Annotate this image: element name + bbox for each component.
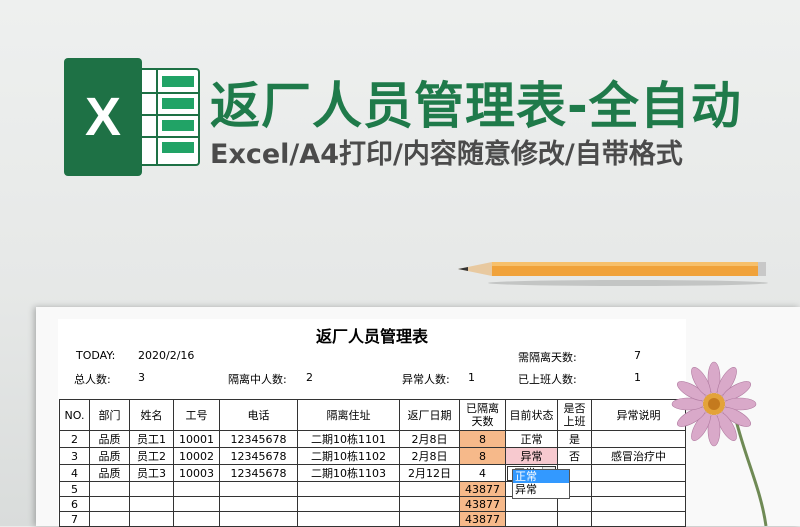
banner-title: 返厂人员管理表-全自动 [210, 77, 742, 135]
table-row: 2 品质 员工1 10001 12345678 二期10栋1101 2月8日 8… [59, 430, 686, 448]
quarantine-days-label: 需隔离天数: [518, 351, 577, 364]
table-cell[interactable]: 10003 [173, 464, 220, 482]
table-cell[interactable]: 员工2 [129, 447, 174, 465]
header-cell: 隔离住址 [297, 399, 400, 431]
table-row: 6 43877 [59, 496, 686, 512]
onduty-value: 1 [634, 371, 641, 384]
isolating-label: 隔离中人数: [228, 373, 287, 386]
table-row: 5 43877 [59, 481, 686, 497]
header-cell: 返厂日期 [399, 399, 460, 431]
header-cell: 部门 [89, 399, 130, 431]
status-dropdown-list: 正常 异常 [512, 469, 570, 499]
onduty-label: 已上班人数: [518, 373, 577, 386]
flower-decoration [671, 361, 768, 526]
isolating-value: 2 [306, 371, 313, 384]
table-cell[interactable] [297, 496, 400, 512]
total-label: 总人数: [74, 373, 111, 386]
table-cell[interactable] [129, 496, 174, 512]
table-cell[interactable]: 10002 [173, 447, 220, 465]
table-row: 4 品质 员工3 10003 12345678 二期10栋1103 2月12日 … [59, 464, 686, 482]
table-cell[interactable]: 12345678 [219, 430, 298, 448]
table-cell[interactable]: 2月8日 [399, 430, 460, 448]
table-cell[interactable] [399, 496, 460, 512]
table-cell[interactable] [173, 481, 220, 497]
status-cell-abnormal[interactable]: 异常 [505, 447, 558, 465]
table-cell[interactable]: 二期10栋1101 [297, 430, 400, 448]
spreadsheet-page: 返厂人员管理表 TODAY: 2020/2/16 需隔离天数: 7 总人数: 3… [58, 319, 686, 527]
table-cell[interactable]: 2月8日 [399, 447, 460, 465]
table-cell[interactable]: 12345678 [219, 464, 298, 482]
table-cell[interactable] [89, 511, 130, 527]
table-cell[interactable] [297, 511, 400, 527]
header-cell: 姓名 [129, 399, 174, 431]
table-cell[interactable] [173, 496, 220, 512]
table-cell[interactable] [399, 481, 460, 497]
table-cell[interactable] [219, 511, 298, 527]
table-cell[interactable] [557, 511, 592, 527]
days-cell[interactable]: 8 [459, 430, 506, 448]
header-cell: 是否上班 [557, 399, 592, 431]
table-cell[interactable]: 4 [59, 464, 90, 482]
days-cell[interactable]: 8 [459, 447, 506, 465]
header-cell: 电话 [219, 399, 298, 431]
table-cell[interactable]: 二期10栋1102 [297, 447, 400, 465]
abnormal-value: 1 [468, 371, 475, 384]
table-cell[interactable] [505, 511, 558, 527]
table-cell[interactable]: 7 [59, 511, 90, 527]
header-cell: NO. [59, 399, 90, 431]
table-cell[interactable]: 3 [59, 447, 90, 465]
table-cell[interactable]: 2月12日 [399, 464, 460, 482]
table-cell[interactable] [89, 481, 130, 497]
table-header-row: NO. 部门 姓名 工号 电话 隔离住址 返厂日期 已隔离天数 目前状态 是否上… [59, 399, 686, 431]
pencil-icon [458, 262, 768, 286]
table-cell[interactable] [129, 511, 174, 527]
table-cell[interactable] [297, 481, 400, 497]
header-cell: 目前状态 [505, 399, 558, 431]
banner-subtitle: Excel/A4打印/内容随意修改/自带格式 [210, 139, 683, 170]
days-cell[interactable]: 4 [459, 464, 506, 482]
table-cell[interactable]: 品质 [89, 447, 130, 465]
table-cell[interactable]: 员工3 [129, 464, 174, 482]
sheet-title: 返厂人员管理表 [315, 327, 428, 346]
dropdown-option[interactable]: 正常 [513, 470, 569, 483]
days-cell[interactable]: 43877 [459, 511, 506, 527]
excel-logo: X [64, 58, 200, 176]
onduty-cell[interactable]: 是 [557, 430, 592, 448]
excel-x-icon: X [64, 58, 142, 176]
onduty-cell[interactable]: 否 [557, 447, 592, 465]
dropdown-option[interactable]: 异常 [513, 483, 569, 496]
table-cell[interactable]: 二期10栋1103 [297, 464, 400, 482]
table-row: 3 品质 员工2 10002 12345678 二期10栋1102 2月8日 8… [59, 447, 686, 465]
table-cell[interactable] [399, 511, 460, 527]
table-cell[interactable]: 10001 [173, 430, 220, 448]
today-label: TODAY: [76, 349, 116, 362]
table-cell[interactable]: 员工1 [129, 430, 174, 448]
table-cell[interactable] [173, 511, 220, 527]
total-value: 3 [138, 371, 145, 384]
table-cell[interactable] [219, 496, 298, 512]
table-cell[interactable]: 5 [59, 481, 90, 497]
table-cell[interactable] [89, 496, 130, 512]
table-cell[interactable]: 6 [59, 496, 90, 512]
days-cell[interactable]: 43877 [459, 496, 506, 512]
table-cell[interactable]: 2 [59, 430, 90, 448]
personnel-table: NO. 部门 姓名 工号 电话 隔离住址 返厂日期 已隔离天数 目前状态 是否上… [59, 399, 686, 527]
table-cell[interactable]: 品质 [89, 430, 130, 448]
table-cell[interactable] [219, 481, 298, 497]
today-value: 2020/2/16 [138, 349, 195, 362]
header-cell: 工号 [173, 399, 220, 431]
table-cell[interactable]: 12345678 [219, 447, 298, 465]
table-cell[interactable]: 品质 [89, 464, 130, 482]
days-cell[interactable]: 43877 [459, 481, 506, 497]
quarantine-days-value: 7 [634, 349, 641, 362]
header-cell: 已隔离天数 [459, 399, 506, 431]
status-cell[interactable]: 正常 [505, 430, 558, 448]
table-row: 7 43877 [59, 511, 686, 527]
abnormal-label: 异常人数: [402, 373, 450, 386]
table-cell[interactable] [129, 481, 174, 497]
